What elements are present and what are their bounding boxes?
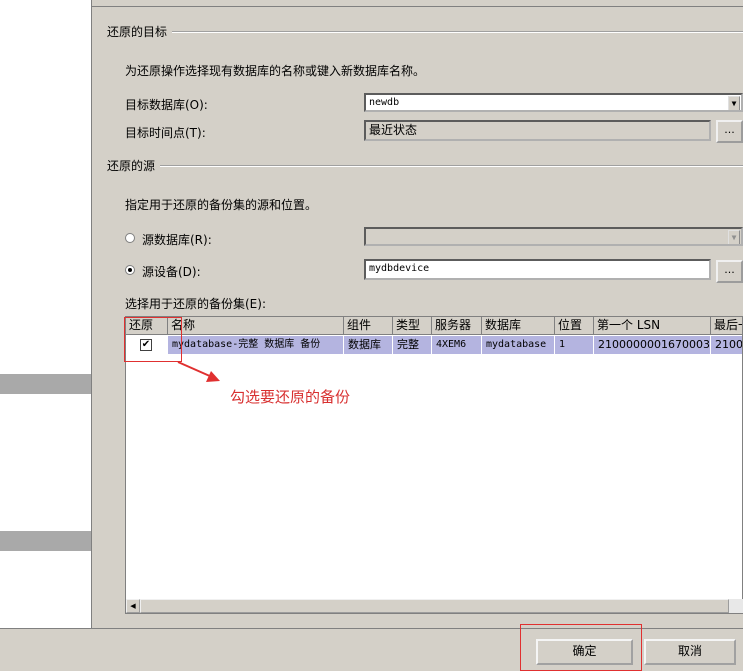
cancel-button[interactable]: 取消 bbox=[644, 639, 736, 665]
target-section-title: 还原的目标 bbox=[107, 25, 168, 39]
source-section-title: 还原的源 bbox=[107, 159, 156, 173]
target-time-browse-button[interactable]: ... bbox=[716, 120, 743, 143]
col-header-server[interactable]: 服务器 bbox=[432, 317, 482, 335]
scroll-thumb[interactable] bbox=[140, 599, 729, 613]
source-db-radio[interactable] bbox=[125, 233, 135, 243]
target-db-combobox[interactable]: newdb ▼ bbox=[364, 93, 743, 112]
col-header-database[interactable]: 数据库 bbox=[482, 317, 555, 335]
table-row[interactable]: ✔ mydatabase-完整 数据库 备份 数据库 完整 4XEM6 myda… bbox=[126, 336, 743, 354]
annotation-text: 勾选要还原的备份 bbox=[230, 388, 351, 406]
left-pane-bar bbox=[0, 374, 91, 394]
chevron-down-icon[interactable]: ▼ bbox=[728, 96, 740, 110]
cell-first-lsn: 21000000016700037 bbox=[594, 336, 711, 354]
col-header-name[interactable]: 名称 bbox=[168, 317, 344, 335]
target-db-label: 目标数据库(O): bbox=[125, 98, 208, 112]
cell-component: 数据库 bbox=[344, 336, 393, 354]
radio-unselected-icon bbox=[125, 233, 135, 243]
annotation-arrow-icon bbox=[177, 361, 220, 382]
col-header-last-lsn[interactable]: 最后一 bbox=[711, 317, 742, 335]
annotation-highlight-box bbox=[124, 317, 182, 362]
source-section-description: 指定用于还原的备份集的源和位置。 bbox=[125, 198, 318, 212]
radio-selected-icon bbox=[125, 265, 135, 275]
cell-server: 4XEM6 bbox=[432, 336, 482, 354]
target-time-field: 最近状态 bbox=[364, 120, 711, 141]
cell-type: 完整 bbox=[393, 336, 432, 354]
col-header-first-lsn[interactable]: 第一个 LSN bbox=[594, 317, 711, 335]
grid-horizontal-scrollbar[interactable]: ◀ bbox=[126, 599, 743, 613]
left-pane bbox=[0, 0, 91, 671]
source-device-radio[interactable] bbox=[125, 265, 135, 275]
col-header-position[interactable]: 位置 bbox=[555, 317, 594, 335]
ok-highlight-box bbox=[520, 624, 642, 671]
source-db-combobox[interactable]: ▼ bbox=[364, 227, 743, 246]
target-section-description: 为还原操作选择现有数据库的名称或键入新数据库名称。 bbox=[125, 64, 426, 78]
cell-last-lsn: 21000 bbox=[715, 338, 743, 351]
chevron-down-icon[interactable]: ▼ bbox=[728, 230, 740, 244]
cell-name: mydatabase-完整 数据库 备份 bbox=[168, 336, 344, 354]
panel-top-edge bbox=[91, 0, 743, 7]
cell-position: 1 bbox=[555, 336, 594, 354]
col-header-component[interactable]: 组件 bbox=[344, 317, 393, 335]
left-pane-bar bbox=[0, 531, 91, 551]
col-header-type[interactable]: 类型 bbox=[393, 317, 432, 335]
target-time-label: 目标时间点(T): bbox=[125, 126, 206, 140]
target-section-divider bbox=[172, 31, 743, 33]
source-device-label: 源设备(D): bbox=[142, 265, 201, 279]
backup-grid-label: 选择用于还原的备份集(E): bbox=[125, 297, 266, 311]
source-db-label: 源数据库(R): bbox=[142, 233, 212, 247]
source-device-browse-button[interactable]: ... bbox=[716, 260, 743, 283]
scroll-left-icon[interactable]: ◀ bbox=[126, 599, 140, 613]
cell-database: mydatabase bbox=[482, 336, 555, 354]
source-section-divider bbox=[160, 165, 743, 167]
source-device-field[interactable]: mydbdevice bbox=[364, 259, 711, 280]
target-db-value: newdb bbox=[369, 97, 400, 108]
